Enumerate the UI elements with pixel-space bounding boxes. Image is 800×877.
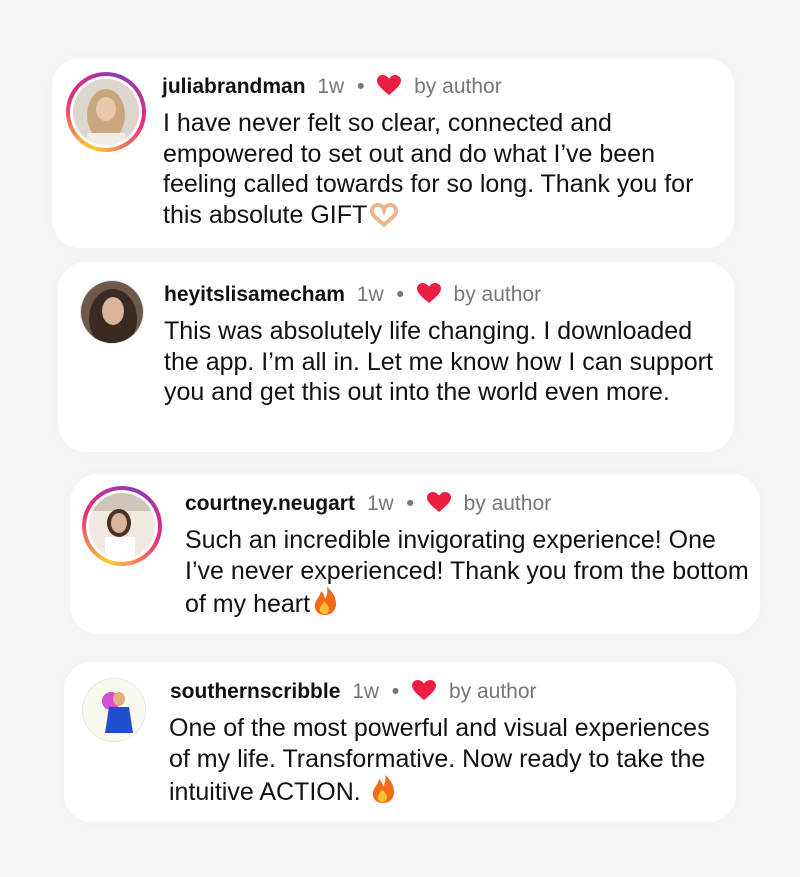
separator-dot: • bbox=[391, 680, 400, 703]
username[interactable]: courtney.neugart bbox=[185, 492, 355, 515]
fire-emoji bbox=[370, 774, 396, 812]
liked-by-author-label: by author bbox=[448, 680, 537, 703]
heart-hands-emoji bbox=[369, 202, 399, 235]
avatar[interactable] bbox=[66, 72, 146, 152]
profile-photo bbox=[81, 281, 143, 343]
comment-card: courtney.neugart 1w • by author Such an … bbox=[70, 474, 760, 634]
comment-card: juliabrandman 1w • by author I have neve… bbox=[52, 58, 734, 248]
separator-dot: • bbox=[396, 283, 404, 306]
username[interactable]: juliabrandman bbox=[162, 75, 306, 98]
profile-photo bbox=[73, 79, 139, 145]
separator-dot: • bbox=[406, 492, 414, 515]
comment-text: This was absolutely life changing. I dow… bbox=[164, 317, 713, 406]
comment-text: I have never felt so clear, connected an… bbox=[163, 109, 694, 229]
heart-icon bbox=[426, 492, 451, 512]
liked-by-author-label: by author bbox=[463, 492, 552, 515]
profile-photo bbox=[89, 493, 155, 559]
avatar[interactable] bbox=[82, 678, 146, 742]
heart-icon bbox=[416, 283, 441, 303]
timestamp: 1w bbox=[356, 283, 384, 306]
profile-photo bbox=[83, 679, 145, 741]
timestamp: 1w bbox=[317, 75, 345, 98]
comment-text: One of the most powerful and visual expe… bbox=[169, 714, 710, 806]
avatar[interactable] bbox=[82, 486, 162, 566]
timestamp: 1w bbox=[352, 680, 380, 703]
username[interactable]: southernscribble bbox=[170, 680, 340, 703]
separator-dot: • bbox=[357, 75, 365, 98]
heart-icon bbox=[377, 75, 402, 95]
liked-by-author-label: by author bbox=[453, 283, 542, 306]
comment-text: Such an incredible invigorating experien… bbox=[185, 526, 749, 618]
username[interactable]: heyitslisamecham bbox=[164, 283, 345, 306]
avatar[interactable] bbox=[80, 280, 144, 344]
comment-card: southernscribble 1w • by author One of t… bbox=[64, 662, 736, 822]
liked-by-author-label: by author bbox=[414, 75, 502, 98]
timestamp: 1w bbox=[366, 492, 394, 515]
comment-card: heyitslisamecham 1w • by author This was… bbox=[58, 262, 734, 452]
heart-icon bbox=[412, 680, 437, 700]
fire-emoji bbox=[312, 586, 338, 624]
